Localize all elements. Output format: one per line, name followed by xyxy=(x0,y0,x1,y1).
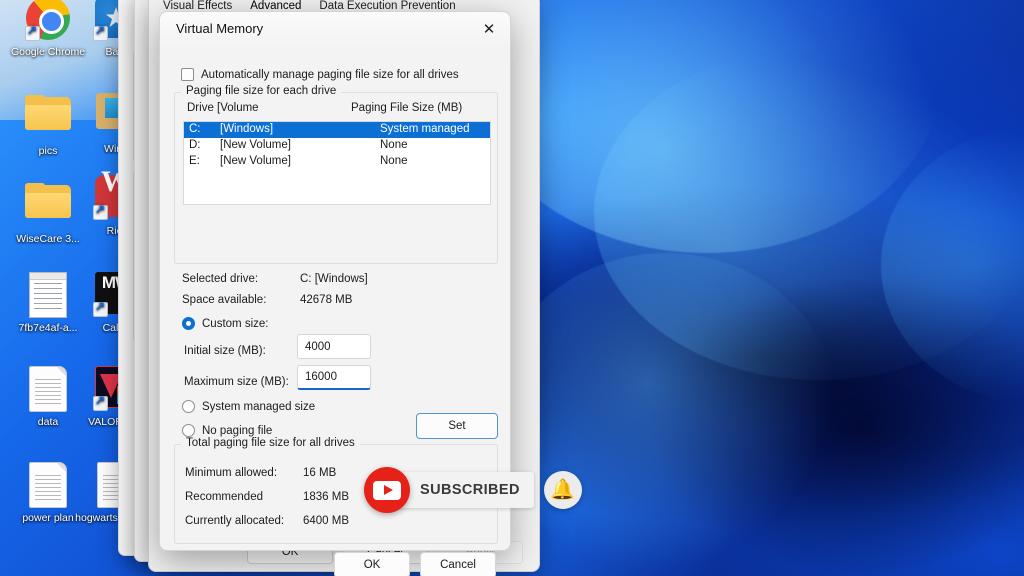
close-icon[interactable]: ✕ xyxy=(468,12,510,46)
column-header-paging-file-size: Paging File Size (MB) xyxy=(351,102,463,114)
virtual-memory-titlebar: Virtual Memory ✕ xyxy=(160,12,510,46)
wallpaper-petal xyxy=(491,253,840,576)
drive-list[interactable]: C: [Windows] System managed D: [New Volu… xyxy=(183,121,491,205)
folder-icon xyxy=(25,183,71,229)
auto-manage-label: Automatically manage paging file size fo… xyxy=(201,68,459,81)
system-managed-label: System managed size xyxy=(202,400,316,413)
shortcut-overlay-icon xyxy=(93,24,108,41)
youtube-play-icon xyxy=(364,467,410,513)
set-button[interactable]: Set xyxy=(416,413,498,439)
paging-group-legend: Paging file size for each drive xyxy=(181,85,342,97)
initial-size-input[interactable]: 4000 xyxy=(297,334,371,359)
desktop-screen: Google Chrome Battl pics Wind WiseCare 3… xyxy=(0,0,1024,576)
dialog-cancel-button[interactable]: Cancel xyxy=(420,552,496,576)
subscribed-pill: SUBSCRIBED xyxy=(398,472,534,508)
space-available-label: Space available: xyxy=(182,294,267,306)
auto-manage-checkbox[interactable] xyxy=(181,68,194,81)
text-document-icon xyxy=(25,462,71,508)
drive-letter: E: xyxy=(189,155,200,167)
custom-size-label: Custom size: xyxy=(202,317,269,330)
selected-drive-label: Selected drive: xyxy=(182,273,259,285)
space-available-value: 42678 MB xyxy=(300,294,353,306)
drive-list-header: Drive [Volume Paging File Size (MB) xyxy=(187,102,487,118)
dialog-title: Virtual Memory xyxy=(176,21,264,36)
minimum-allowed-label: Minimum allowed: xyxy=(185,467,278,479)
maximum-size-label: Maximum size (MB): xyxy=(184,376,289,388)
shortcut-overlay-icon xyxy=(25,24,40,41)
shortcut-overlay-icon xyxy=(93,203,108,220)
drive-volume: [Windows] xyxy=(220,123,274,135)
maximum-size-input[interactable]: 16000 xyxy=(297,365,371,390)
table-row[interactable]: C: [Windows] System managed xyxy=(184,122,490,138)
drive-letter: D: xyxy=(189,139,201,151)
minimum-allowed-value: 16 MB xyxy=(303,467,337,479)
column-header-drive-volume: Drive [Volume xyxy=(187,102,259,114)
drive-volume: [New Volume] xyxy=(220,155,291,167)
folder-icon xyxy=(25,95,71,141)
custom-size-radio-row[interactable]: Custom size: xyxy=(182,317,268,330)
chrome-icon xyxy=(25,0,71,42)
no-paging-file-radio-row[interactable]: No paging file xyxy=(182,424,272,437)
system-managed-radio[interactable] xyxy=(182,400,195,413)
no-paging-file-radio[interactable] xyxy=(182,424,195,437)
paging-file-size-group: Paging file size for each drive Drive [V… xyxy=(174,85,498,264)
total-group-legend: Total paging file size for all drives xyxy=(181,437,360,449)
selected-drive-value: C: [Windows] xyxy=(300,273,368,285)
currently-allocated-label: Currently allocated: xyxy=(185,515,285,527)
shortcut-overlay-icon xyxy=(93,300,108,317)
dialog-footer: OK Cancel xyxy=(160,550,510,576)
recommended-value: 1836 MB xyxy=(303,491,350,503)
system-managed-radio-row[interactable]: System managed size xyxy=(182,400,315,413)
auto-manage-checkbox-row[interactable]: Automatically manage paging file size fo… xyxy=(181,68,459,81)
subscribe-overlay: SUBSCRIBED 🔔 xyxy=(364,467,582,513)
text-document-icon xyxy=(25,366,71,412)
drive-paging-size: None xyxy=(380,139,408,151)
currently-allocated-value: 6400 MB xyxy=(303,515,350,527)
html-file-icon xyxy=(25,272,71,318)
drive-paging-size: None xyxy=(380,155,408,167)
subscribed-label: SUBSCRIBED xyxy=(420,482,520,498)
drive-paging-size: System managed xyxy=(380,123,470,135)
table-row[interactable]: E: [New Volume] None xyxy=(184,154,490,170)
dialog-ok-button[interactable]: OK xyxy=(334,552,410,576)
drive-letter: C: xyxy=(189,123,201,135)
recommended-label: Recommended xyxy=(185,491,263,503)
initial-size-label: Initial size (MB): xyxy=(184,345,266,357)
drive-volume: [New Volume] xyxy=(220,139,291,151)
notification-bell-icon: 🔔 xyxy=(543,471,582,509)
table-row[interactable]: D: [New Volume] None xyxy=(184,138,490,154)
no-paging-file-label: No paging file xyxy=(202,424,273,437)
shortcut-overlay-icon xyxy=(93,394,108,411)
custom-size-radio[interactable] xyxy=(182,317,195,330)
